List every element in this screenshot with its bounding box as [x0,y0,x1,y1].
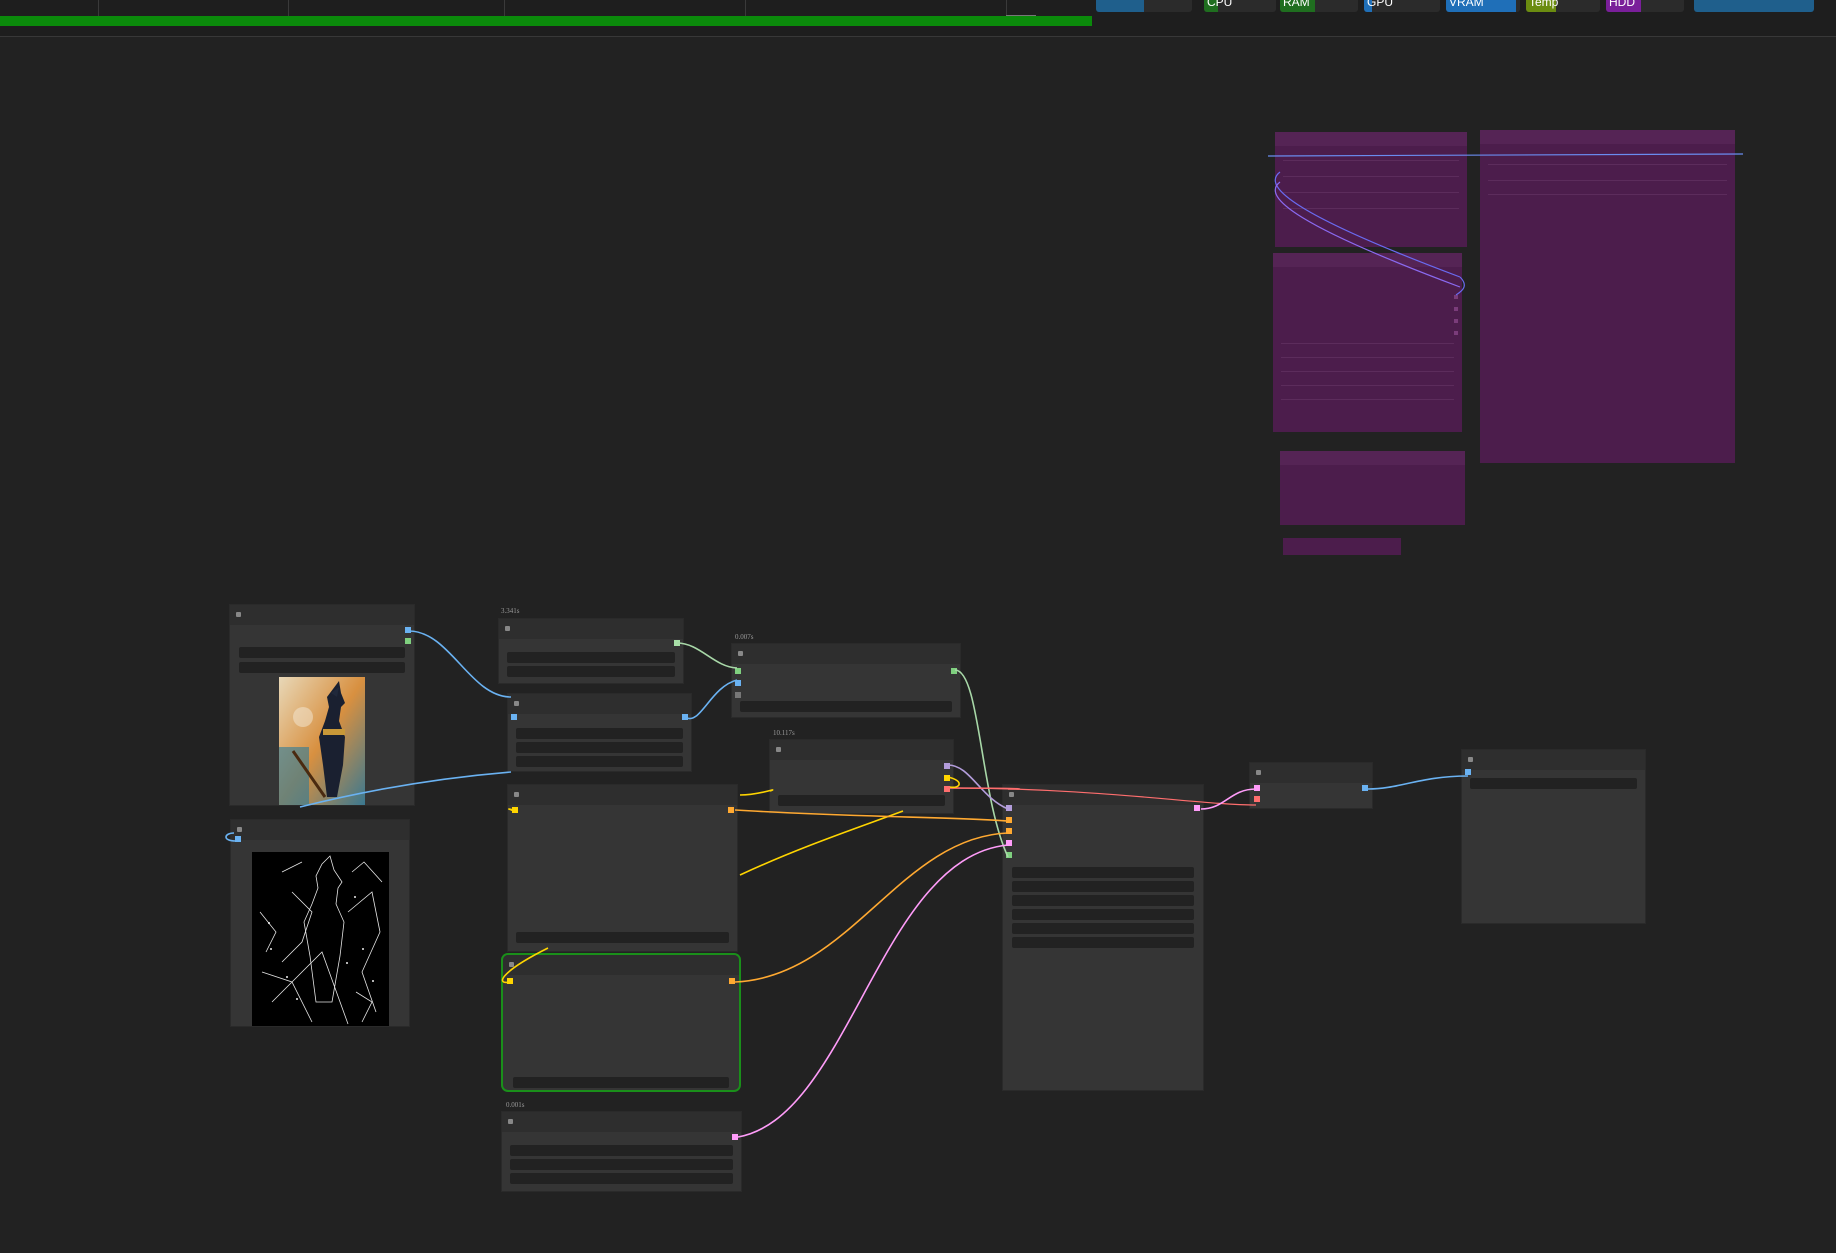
node-links [225,153,1744,1138]
link-group-top [1267,153,1744,157]
ram-monitor: RAM [1280,0,1358,12]
link-group-diag-a [1274,171,1461,278]
hdd-monitor: HDD [1606,0,1684,12]
link-cond-return [947,776,960,789]
link-positive-clip [739,810,904,876]
link-canny-to-controlnet [684,679,738,720]
cpu-label: CPU [1207,0,1233,9]
link-group-diag-b [1274,181,1461,288]
link-model [676,642,738,669]
gpu-monitor: GPU [1364,0,1440,12]
menu-segment[interactable] [0,0,99,16]
link-latent [737,844,1009,1138]
link-clip-to-positive [508,808,515,812]
hdd-label: HDD [1609,0,1635,9]
cpu-monitor: CPU [1204,0,1276,12]
link-latent-to-decode [1200,788,1257,810]
temp-monitor: Temp [1526,0,1600,12]
vram-monitor: VRAM [1446,0,1520,12]
link-negative-out [734,832,1009,983]
queue-size-badge[interactable] [1096,0,1192,12]
link-preview-input [225,832,237,842]
link-vae-to-decode [947,787,1257,806]
temp-label: Temp [1529,0,1559,9]
menu-segment[interactable] [99,0,289,16]
link-decode-to-save [1367,775,1469,790]
node-graph-canvas[interactable]: 3.341s 0.007s 10.117s 0.001s [0,37,1836,1253]
top-menu-bar: CPU RAM GPU VRAM Temp HDD [0,0,1836,37]
link-negative-clip [501,947,549,984]
queue-prompt-button[interactable] [1694,0,1814,12]
link-controlnet-model [954,669,1009,858]
link-image-to-preview [299,771,512,808]
gpu-label: GPU [1367,0,1394,9]
link-image-to-canny [408,630,512,698]
link-positive-out [734,809,1009,822]
menu-segment[interactable] [505,0,746,16]
queue-progress-bar [0,16,1093,26]
menu-segment[interactable] [746,0,1007,16]
vram-label: VRAM [1449,0,1484,9]
ram-label: RAM [1283,0,1310,9]
menu-segment[interactable] [289,0,505,16]
